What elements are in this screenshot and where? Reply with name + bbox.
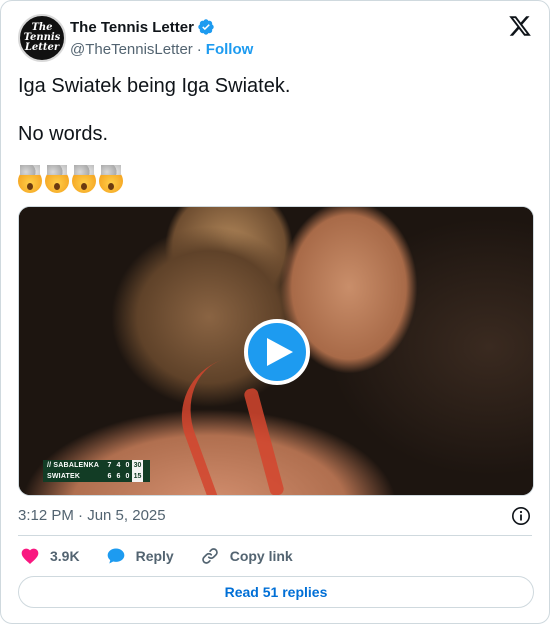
avatar-logo: The Tennis Letter	[23, 22, 61, 53]
tweet-card: The Tennis Letter The Tennis Letter @TheTe…	[0, 0, 550, 624]
video-player[interactable]: // SABALENKA 7 4 0 30 SWIATEK 6 6 0 15	[18, 206, 534, 496]
like-count: 3.9K	[50, 548, 80, 564]
game-points: 15	[132, 471, 143, 482]
timestamp[interactable]: 3:12 PM · Jun 5, 2025	[18, 507, 166, 524]
reply-bubble-icon	[107, 548, 124, 564]
scoreboard-row: SWIATEK 6 6 0 15	[43, 471, 150, 482]
exploding-head-emoji	[72, 165, 96, 193]
x-logo-icon[interactable]	[508, 14, 532, 38]
divider	[18, 535, 532, 536]
heart-icon	[21, 548, 39, 564]
player-name: SWIATEK	[47, 473, 81, 480]
handle-row: @TheTennisLetter · Follow	[70, 41, 253, 58]
link-icon	[201, 548, 218, 564]
avatar[interactable]: The Tennis Letter	[18, 14, 66, 62]
exploding-head-emoji	[18, 165, 42, 193]
reply-label: Reply	[135, 548, 174, 564]
set-score: 0	[125, 462, 130, 469]
like-button[interactable]: 3.9K	[20, 546, 80, 566]
emoji-row	[18, 165, 123, 193]
exploding-head-emoji	[99, 165, 123, 193]
tweet-text-line1: Iga Swiatek being Iga Swiatek.	[18, 75, 291, 97]
info-icon[interactable]	[511, 506, 531, 526]
read-replies-button[interactable]: Read 51 replies	[18, 576, 534, 608]
reply-button[interactable]: Reply	[106, 546, 174, 566]
copy-link-button[interactable]: Copy link	[200, 546, 293, 566]
follow-button[interactable]: Follow	[206, 41, 254, 58]
set-score: 6	[116, 473, 121, 480]
action-bar: 3.9K Reply Copy link	[20, 544, 319, 568]
handle[interactable]: @TheTennisLetter	[70, 41, 193, 58]
scoreboard: // SABALENKA 7 4 0 30 SWIATEK 6 6 0 15	[43, 460, 150, 482]
player-name: // SABALENKA	[47, 462, 100, 469]
set-score: 4	[116, 462, 121, 469]
play-button[interactable]	[244, 319, 310, 385]
set-score: 0	[125, 473, 130, 480]
copy-link-label: Copy link	[229, 548, 293, 564]
set-score: 6	[107, 473, 112, 480]
name-row: The Tennis Letter	[70, 18, 215, 36]
scoreboard-row: // SABALENKA 7 4 0 30	[43, 460, 150, 471]
tweet-text-line2: No words.	[18, 123, 109, 145]
exploding-head-emoji	[45, 165, 69, 193]
display-name[interactable]: The Tennis Letter	[70, 19, 194, 36]
separator-dot: ·	[196, 41, 202, 58]
tweet-header: The Tennis Letter The Tennis Letter @TheTe…	[18, 14, 532, 62]
game-points: 30	[132, 460, 143, 471]
verified-badge-icon	[197, 18, 215, 36]
set-score: 7	[107, 462, 112, 469]
play-icon	[266, 338, 293, 366]
